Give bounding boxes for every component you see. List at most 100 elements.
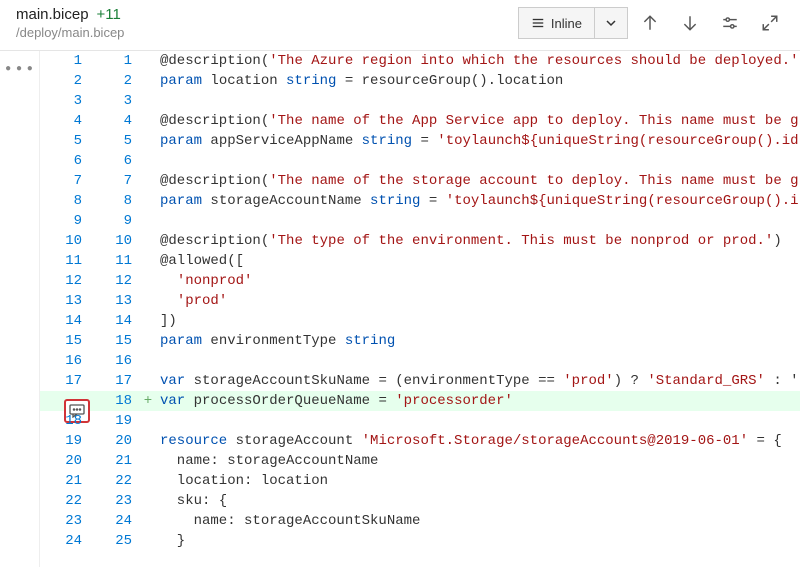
line-number-new[interactable]: 4: [90, 111, 140, 131]
code-row[interactable]: 22param location string = resourceGroup(…: [40, 71, 800, 91]
line-number-new[interactable]: 1: [90, 51, 140, 71]
more-actions-button[interactable]: ● ● ●: [5, 63, 34, 567]
settings-button[interactable]: [712, 7, 748, 39]
code-row[interactable]: 1010@description('The type of the enviro…: [40, 231, 800, 251]
file-name[interactable]: main.bicep: [16, 6, 89, 23]
line-number-old[interactable]: 1: [40, 51, 90, 71]
diff-body: ● ● ● 11 @description('The Azure region i…: [0, 51, 800, 567]
line-number-old[interactable]: 20: [40, 451, 90, 471]
line-number-old[interactable]: 14: [40, 311, 90, 331]
code-row[interactable]: 2324 name: storageAccountSkuName: [40, 511, 800, 531]
code-row[interactable]: 1313 'prod': [40, 291, 800, 311]
code-content: }: [156, 531, 800, 551]
code-content: name: storageAccountName: [156, 451, 800, 471]
line-number-old[interactable]: 9: [40, 211, 90, 231]
line-number-new[interactable]: 9: [90, 211, 140, 231]
line-number-old[interactable]: 3: [40, 91, 90, 111]
line-number-old[interactable]: 11: [40, 251, 90, 271]
line-number-new[interactable]: 14: [90, 311, 140, 331]
line-number-new[interactable]: 25: [90, 531, 140, 551]
code-row[interactable]: 2122 location: location: [40, 471, 800, 491]
inline-label: Inline: [551, 16, 582, 31]
line-number-new[interactable]: 23: [90, 491, 140, 511]
code-content: var storageAccountSkuName = (environment…: [156, 371, 800, 391]
line-number-old[interactable]: 19: [40, 431, 90, 451]
prev-diff-button[interactable]: [632, 7, 668, 39]
line-number-old[interactable]: 6: [40, 151, 90, 171]
line-number-old[interactable]: 10: [40, 231, 90, 251]
line-number-old[interactable]: 13: [40, 291, 90, 311]
line-number-new[interactable]: 16: [90, 351, 140, 371]
line-number-new[interactable]: 13: [90, 291, 140, 311]
code-content: param storageAccountName string = 'toyla…: [156, 191, 800, 211]
code-row[interactable]: 1819: [40, 411, 800, 431]
code-row[interactable]: 2223 sku: {: [40, 491, 800, 511]
code-row[interactable]: 11 @description('The Azure region into wh…: [40, 51, 800, 71]
line-number-new[interactable]: 12: [90, 271, 140, 291]
code-row[interactable]: 1515param environmentType string: [40, 331, 800, 351]
file-path: /deploy/main.bicep: [16, 25, 124, 40]
code-row[interactable]: 1717 var storageAccountSkuName = (environ…: [40, 371, 800, 391]
code-content: @allowed([: [156, 251, 800, 271]
diff-view-mode-button[interactable]: Inline: [518, 7, 628, 39]
code-content: @description('The name of the App Servic…: [156, 111, 800, 131]
line-number-new[interactable]: 18: [90, 391, 140, 411]
line-number-new[interactable]: 19: [90, 411, 140, 431]
line-number-new[interactable]: 20: [90, 431, 140, 451]
code-row[interactable]: 2425 }: [40, 531, 800, 551]
code-content: @description('The Azure region into whic…: [156, 51, 800, 71]
line-number-old[interactable]: 15: [40, 331, 90, 351]
line-number-new[interactable]: 11: [90, 251, 140, 271]
line-number-old[interactable]: 16: [40, 351, 90, 371]
line-number-old[interactable]: 4: [40, 111, 90, 131]
code-content: resource storageAccount 'Microsoft.Stora…: [156, 431, 800, 451]
code-row[interactable]: 33: [40, 91, 800, 111]
code-row[interactable]: 55param appServiceAppName string = 'toyl…: [40, 131, 800, 151]
line-number-new[interactable]: 10: [90, 231, 140, 251]
line-number-old[interactable]: 12: [40, 271, 90, 291]
line-number-old[interactable]: 2: [40, 71, 90, 91]
arrow-up-icon: [641, 14, 659, 32]
line-number-old[interactable]: 21: [40, 471, 90, 491]
line-number-old[interactable]: 5: [40, 131, 90, 151]
code-row[interactable]: 1920 resource storageAccount 'Microsoft.S…: [40, 431, 800, 451]
code-row[interactable]: 66: [40, 151, 800, 171]
header-toolbar: Inline: [518, 7, 788, 39]
line-number-old[interactable]: 24: [40, 531, 90, 551]
code-row[interactable]: 18+var processOrderQueueName = 'processo…: [40, 391, 800, 411]
line-number-new[interactable]: 5: [90, 131, 140, 151]
line-number-new[interactable]: 17: [90, 371, 140, 391]
line-number-new[interactable]: 24: [90, 511, 140, 531]
line-number-old[interactable]: 17: [40, 371, 90, 391]
line-number-old[interactable]: 7: [40, 171, 90, 191]
line-number-new[interactable]: 7: [90, 171, 140, 191]
line-number-new[interactable]: 22: [90, 471, 140, 491]
code-row[interactable]: 1414]): [40, 311, 800, 331]
line-number-new[interactable]: 15: [90, 331, 140, 351]
code-row[interactable]: 77@description('The name of the storage …: [40, 171, 800, 191]
line-number-old[interactable]: 18: [40, 411, 90, 431]
line-number-new[interactable]: 3: [90, 91, 140, 111]
diff-sign: +: [140, 391, 156, 411]
line-number-old[interactable]: 22: [40, 491, 90, 511]
code-row[interactable]: 1212 'nonprod': [40, 271, 800, 291]
code-row[interactable]: 88 param storageAccountName string = 'toy…: [40, 191, 800, 211]
line-number-new[interactable]: 6: [90, 151, 140, 171]
line-number-new[interactable]: 21: [90, 451, 140, 471]
arrow-down-icon: [681, 14, 699, 32]
code-area[interactable]: 11 @description('The Azure region into wh…: [40, 51, 800, 567]
line-number-new[interactable]: 8: [90, 191, 140, 211]
line-number-old[interactable]: 8: [40, 191, 90, 211]
code-row[interactable]: 44 @description('The name of the App Serv…: [40, 111, 800, 131]
expand-button[interactable]: [752, 7, 788, 39]
line-number-new[interactable]: 2: [90, 71, 140, 91]
line-number-old[interactable]: 23: [40, 511, 90, 531]
next-diff-button[interactable]: [672, 7, 708, 39]
code-content: ]): [156, 311, 800, 331]
diff-view-dropdown[interactable]: [595, 8, 627, 38]
code-row[interactable]: 99: [40, 211, 800, 231]
code-row[interactable]: 1111 @allowed([: [40, 251, 800, 271]
code-row[interactable]: 1616: [40, 351, 800, 371]
expand-icon: [761, 14, 779, 32]
code-row[interactable]: 2021 name: storageAccountName: [40, 451, 800, 471]
